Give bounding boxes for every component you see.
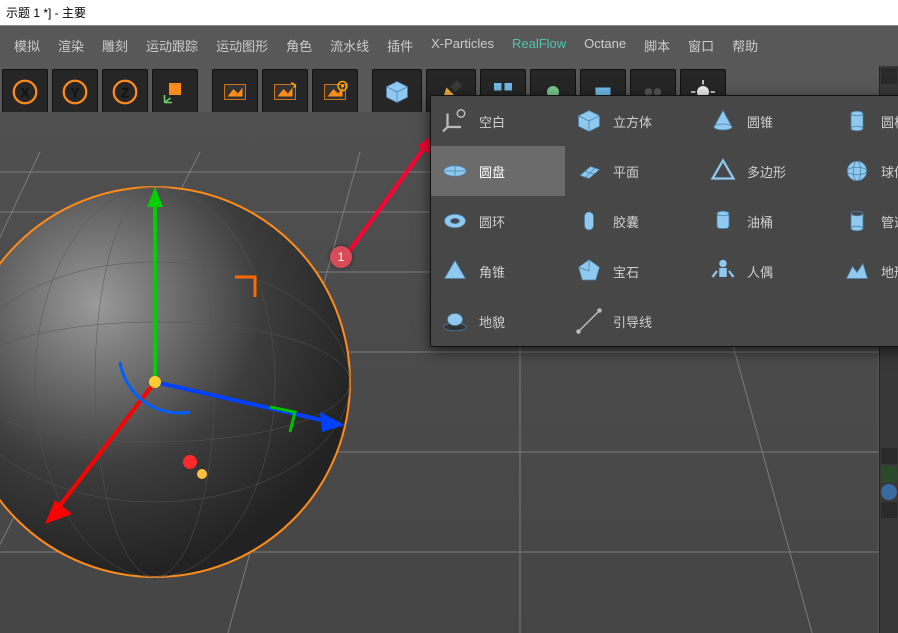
capsule-icon	[573, 205, 605, 237]
menu-render[interactable]: 渲染	[52, 36, 90, 55]
menu-sculpt[interactable]: 雕刻	[96, 36, 134, 55]
guide-icon	[573, 305, 605, 337]
primitive-label: 平面	[613, 162, 639, 181]
primitive-label: 管道	[881, 212, 898, 231]
primitive-torus[interactable]: 圆环	[431, 196, 565, 246]
axis-x-button[interactable]: X	[2, 69, 48, 115]
svg-text:Y: Y	[70, 85, 79, 100]
side-slot[interactable]	[881, 502, 897, 518]
relief-icon	[841, 255, 873, 287]
primitive-label: 圆柱	[881, 112, 898, 131]
primitive-label: 油桶	[747, 212, 773, 231]
menu-pipeline[interactable]: 流水线	[324, 36, 375, 55]
coord-toggle-button[interactable]	[152, 69, 198, 115]
primitive-label: 空白	[479, 112, 505, 131]
primitive-label: 圆环	[479, 212, 505, 231]
cone2-icon	[707, 105, 739, 137]
primitive-oiltank[interactable]: 油桶	[699, 196, 833, 246]
menu-tracker[interactable]: 运动跟踪	[140, 36, 204, 55]
menu-mograph[interactable]: 运动图形	[210, 36, 274, 55]
axis-y-button[interactable]: Y	[52, 69, 98, 115]
side-slot[interactable]	[881, 448, 897, 464]
annotation-badge-1: 1	[330, 246, 352, 268]
primitive-landscape[interactable]: 地貌	[431, 296, 565, 346]
primitive-tube[interactable]: 管道	[833, 196, 898, 246]
torus-icon	[439, 205, 471, 237]
menu-bar: 模拟 渲染 雕刻 运动跟踪 运动图形 角色 流水线 插件 X-Particles…	[0, 26, 898, 65]
cube-primitive-button[interactable]	[372, 69, 422, 115]
primitive-cone2[interactable]: 圆锥	[699, 96, 833, 146]
primitive-label: 地形	[881, 262, 898, 281]
menu-help[interactable]: 帮助	[726, 36, 764, 55]
menu-script[interactable]: 脚本	[638, 36, 676, 55]
sphere-icon	[841, 155, 873, 187]
side-slot[interactable]	[881, 466, 897, 482]
primitive-polygon[interactable]: 多边形	[699, 146, 833, 196]
figure-icon	[707, 255, 739, 287]
primitive-label: 地貌	[479, 312, 505, 331]
axis-z-button[interactable]: Z	[102, 69, 148, 115]
cone-icon	[439, 255, 471, 287]
menu-character[interactable]: 角色	[280, 36, 318, 55]
primitive-guide[interactable]: 引导线	[565, 296, 699, 346]
oiltank-icon	[707, 205, 739, 237]
primitive-label: 多边形	[747, 162, 786, 181]
primitive-label: 人偶	[747, 262, 773, 281]
primitive-null-obj[interactable]: 空白	[431, 96, 565, 146]
primitive-cube[interactable]: 立方体	[565, 96, 699, 146]
primitive-disc[interactable]: 圆盘	[431, 146, 565, 196]
primitive-label: 圆锥	[747, 112, 773, 131]
side-slot[interactable]	[881, 68, 897, 84]
cube-icon	[573, 105, 605, 137]
menu-plugins[interactable]: 插件	[381, 36, 419, 55]
cylinder-icon	[841, 105, 873, 137]
menu-realflow[interactable]: RealFlow	[506, 36, 572, 55]
menu-octane[interactable]: Octane	[578, 36, 632, 55]
primitive-platonic[interactable]: 宝石	[565, 246, 699, 296]
menu-simulate[interactable]: 模拟	[8, 36, 46, 55]
side-slot[interactable]	[881, 484, 897, 500]
tube-icon	[841, 205, 873, 237]
primitive-plane[interactable]: 平面	[565, 146, 699, 196]
primitive-capsule[interactable]: 胶囊	[565, 196, 699, 246]
platonic-icon	[573, 255, 605, 287]
primitive-cone[interactable]: 角锥	[431, 246, 565, 296]
polygon-icon	[707, 155, 739, 187]
primitive-label: 角锥	[479, 262, 505, 281]
landscape-icon	[439, 305, 471, 337]
svg-text:X: X	[20, 85, 29, 100]
primitive-sphere[interactable]: 球体	[833, 146, 898, 196]
primitive-label: 宝石	[613, 262, 639, 281]
render-view-button[interactable]	[212, 69, 258, 115]
disc-icon	[439, 155, 471, 187]
null-obj-icon	[439, 105, 471, 137]
render-region-button[interactable]	[262, 69, 308, 115]
primitive-label: 球体	[881, 162, 898, 181]
primitive-label: 立方体	[613, 112, 652, 131]
primitive-label: 引导线	[613, 312, 652, 331]
title-bar: 示题 1 *] - 主要	[0, 0, 898, 26]
render-settings-button[interactable]	[312, 69, 358, 115]
plane-icon	[573, 155, 605, 187]
primitive-figure[interactable]: 人偶	[699, 246, 833, 296]
svg-text:Z: Z	[121, 85, 129, 100]
primitive-label: 圆盘	[479, 162, 505, 181]
menu-xparticles[interactable]: X-Particles	[425, 36, 500, 55]
menu-window[interactable]: 窗口	[682, 36, 720, 55]
primitive-relief[interactable]: 地形	[833, 246, 898, 296]
primitive-cylinder[interactable]: 圆柱	[833, 96, 898, 146]
primitive-popup: 空白圆盘圆环角锥地貌 立方体平面胶囊宝石引导线 圆锥多边形油桶人偶 圆柱球体管道…	[430, 95, 898, 347]
primitive-label: 胶囊	[613, 212, 639, 231]
